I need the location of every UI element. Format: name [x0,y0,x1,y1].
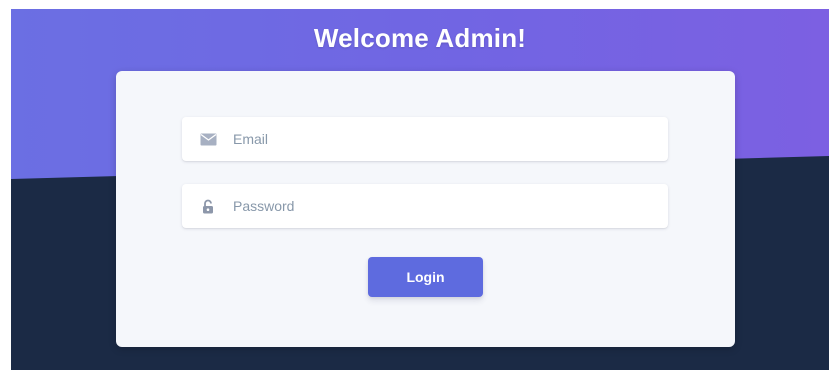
email-input[interactable] [233,131,653,147]
login-button[interactable]: Login [368,257,483,297]
password-field[interactable] [182,184,668,228]
login-page: Welcome Admin! Login [11,9,829,370]
envelope-icon [199,130,217,148]
email-field[interactable] [182,117,668,161]
page-title: Welcome Admin! [313,23,527,53]
lock-icon [199,197,217,215]
password-input[interactable] [233,198,653,214]
login-card: Login [116,71,735,347]
